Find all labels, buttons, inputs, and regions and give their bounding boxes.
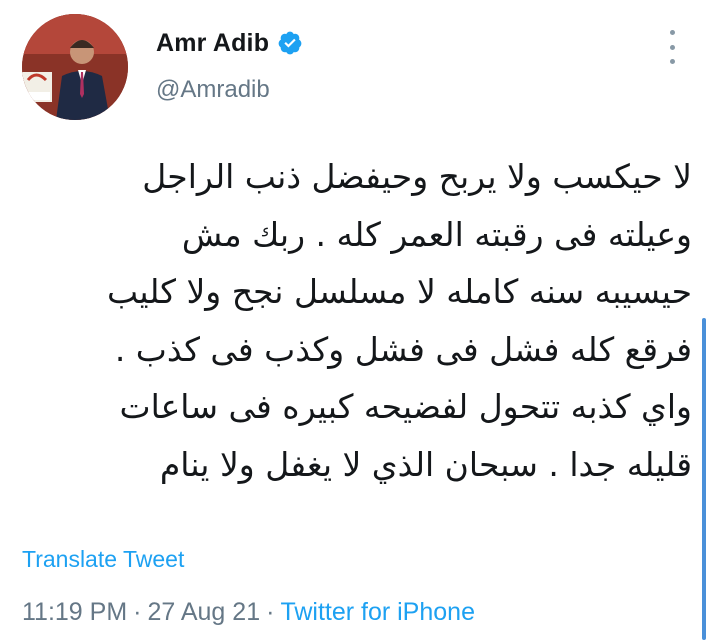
tweet-metadata: 11:19 PM · 27 Aug 21 · Twitter for iPhone <box>22 598 475 627</box>
meta-separator: · <box>266 598 275 626</box>
author-name-row: Amr Adib <box>156 26 303 60</box>
tweet-text: لا حيكسب ولا يربح وحيفضل ذنب الراجل وعيل… <box>20 148 692 493</box>
tweet-text-line: قليله جدا . سبحان الذي لا يغفل ولا ينام <box>159 444 692 484</box>
translate-tweet-link[interactable]: Translate Tweet <box>22 546 184 573</box>
tweet-text-line: فرقع كله فشل فى فشل وكذب فى كذب . <box>114 329 692 369</box>
tweet-date[interactable]: 27 Aug 21 <box>147 598 260 626</box>
tweet-text-line: وعيلته فى رقبته العمر كله . ربك مش <box>181 214 692 254</box>
scroll-indicator[interactable] <box>702 318 706 640</box>
tweet-text-line: لا حيكسب ولا يربح وحيفضل ذنب الراجل <box>142 157 692 196</box>
tweet-card: Amr Adib @Amradib لا حيكسب ولا يربح وحيف… <box>0 0 710 640</box>
more-vertical-icon[interactable] <box>662 30 682 64</box>
author-handle[interactable]: @Amradib <box>156 76 270 104</box>
tweet-time[interactable]: 11:19 PM <box>22 598 127 626</box>
meta-separator: · <box>133 598 142 626</box>
author-display-name[interactable]: Amr Adib <box>156 29 269 58</box>
tweet-source-link[interactable]: Twitter for iPhone <box>280 598 475 626</box>
verified-badge-icon <box>277 30 303 56</box>
tweet-text-line: حيسيبه سنه كامله لا مسلسل نجح ولا كليب <box>106 272 692 311</box>
avatar[interactable] <box>22 14 128 120</box>
tweet-text-line: واي كذبه تتحول لفضيحه كبيره فى ساعات <box>119 387 693 426</box>
